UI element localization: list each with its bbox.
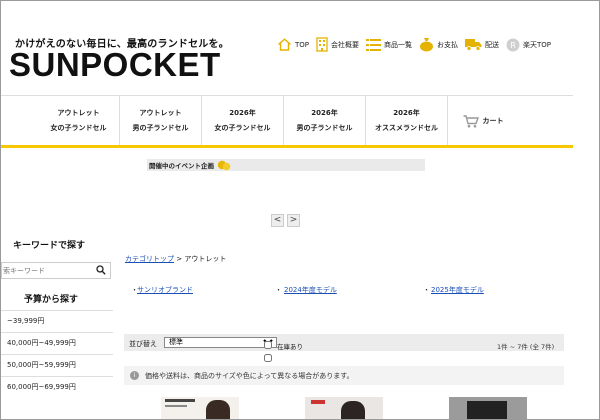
info-icon: i	[130, 371, 139, 380]
cat-line1: アウトレット	[139, 109, 182, 117]
money-bag-icon	[420, 38, 434, 52]
cat-2026-girls[interactable]: 2026年 女の子ランドセル	[202, 96, 284, 146]
cat-line1: 2026年	[393, 109, 420, 117]
truck-icon	[465, 39, 482, 51]
sort-select[interactable]: 標準	[164, 337, 277, 348]
keyword-search-input[interactable]	[1, 262, 111, 279]
nav-label: 配送	[485, 40, 500, 49]
bullet: ・	[275, 286, 282, 294]
in-stock-checkbox[interactable]	[264, 341, 272, 349]
top-nav: TOP 会社概要 商品一覧 お支払 配送 R 楽天TOP	[277, 37, 558, 52]
nav-top[interactable]: TOP	[277, 38, 309, 51]
cart-icon	[463, 114, 479, 127]
breadcrumb: カテゴリトップ > アウトレット	[125, 254, 226, 264]
carousel-pager: < >	[271, 214, 303, 227]
thumb-caption-mark	[165, 405, 187, 407]
product-thumbnail[interactable]	[449, 397, 527, 419]
event-banner-text: 開催中のイベント企画	[149, 162, 214, 170]
building-icon	[316, 37, 328, 52]
nav-label: 楽天TOP	[523, 40, 552, 49]
nav-delivery[interactable]: 配送	[465, 38, 499, 51]
notice-text: 価格や送料は、商品のサイズや色によって異なる場合があります。	[145, 371, 354, 380]
cat-outlet-girls[interactable]: アウトレット 女の子ランドセル	[38, 96, 120, 146]
cat-2026-boys[interactable]: 2026年 男の子ランドセル	[284, 96, 366, 146]
budget-item[interactable]: 50,000円~59,999円	[1, 354, 113, 376]
nav-products[interactable]: 商品一覧	[366, 38, 412, 52]
thumb-brand-mark	[311, 400, 325, 404]
nav-company[interactable]: 会社概要	[316, 37, 359, 52]
page-frame: かけがえのない毎日に、最高のランドセルを。 SUNPOCKET TOP 会社概要	[0, 0, 600, 420]
bullet: ・	[423, 286, 430, 294]
nav-label: 会社概要	[331, 40, 360, 49]
breadcrumb-current: アウトレット	[184, 255, 227, 263]
cat-line2: 女の子ランドセル	[214, 124, 271, 132]
home-icon	[278, 38, 291, 51]
nav-label: TOP	[295, 40, 310, 49]
product-thumbnail[interactable]	[161, 397, 239, 419]
budget-item[interactable]: ~39,999円	[1, 310, 113, 332]
prev-arrow-button[interactable]: <	[271, 214, 284, 227]
accent-divider	[1, 145, 573, 148]
cat-line1: 2026年	[229, 109, 256, 117]
secondary-checkbox[interactable]	[264, 354, 272, 362]
sublink-sanrio[interactable]: サンリオブランド	[137, 285, 193, 295]
cat-2026-recommended[interactable]: 2026年 オススメランドセル	[366, 96, 448, 146]
thumb-model-photo	[206, 400, 230, 419]
thumb-model-photo	[341, 401, 365, 419]
cart-label: カート	[482, 116, 504, 125]
cat-line2: オススメランドセル	[375, 124, 438, 132]
budget-item[interactable]: 60,000円~69,999円	[1, 376, 113, 398]
cat-outlet-boys[interactable]: アウトレット 男の子ランドセル	[120, 96, 202, 146]
sort-label: 並び替え	[129, 340, 157, 348]
coin-icon	[217, 160, 231, 170]
keyword-heading: キーワードで探す	[13, 241, 86, 251]
nav-label: お支払	[437, 40, 459, 49]
thumb-product-photo	[467, 401, 507, 419]
nav-rakuten-top[interactable]: R 楽天TOP	[506, 38, 551, 52]
cat-line2: 女の子ランドセル	[50, 124, 107, 132]
cat-line2: 男の子ランドセル	[132, 124, 189, 132]
in-stock-label: 在庫あり	[277, 343, 303, 351]
event-banner[interactable]: 開催中のイベント企画	[147, 159, 425, 171]
breadcrumb-home-link[interactable]: カテゴリトップ	[125, 255, 174, 263]
site-logo[interactable]: SUNPOCKET	[9, 46, 221, 84]
sublink-2025[interactable]: 2025年度モデル	[431, 285, 484, 295]
search-icon[interactable]	[96, 265, 106, 275]
budget-item[interactable]: 40,000円~49,999円	[1, 332, 113, 354]
cat-line2: 男の子ランドセル	[296, 124, 353, 132]
cat-line1: 2026年	[311, 109, 338, 117]
product-thumbnail[interactable]	[305, 397, 383, 419]
list-icon	[366, 38, 382, 51]
budget-heading: 予算から探す	[24, 295, 79, 305]
sublink-2024[interactable]: 2024年度モデル	[284, 285, 337, 295]
breadcrumb-separator: >	[174, 255, 185, 263]
nav-payment[interactable]: お支払	[419, 37, 458, 52]
cart-link[interactable]: カート	[448, 96, 518, 146]
rakuten-badge: R	[510, 41, 516, 50]
cat-line1: アウトレット	[57, 109, 100, 117]
next-arrow-button[interactable]: >	[287, 214, 300, 227]
price-notice: i 価格や送料は、商品のサイズや色によって異なる場合があります。	[124, 366, 564, 385]
result-count: 1件 ~ 7件 (全 7件)	[497, 343, 555, 351]
nav-label: 商品一覧	[384, 40, 413, 49]
thumb-brand-mark	[165, 399, 195, 402]
budget-list: ~39,999円 40,000円~49,999円 50,000円~59,999円…	[1, 310, 113, 398]
category-nav: アウトレット 女の子ランドセル アウトレット 男の子ランドセル 2026年 女の…	[1, 95, 573, 146]
rakuten-icon: R	[506, 38, 520, 51]
